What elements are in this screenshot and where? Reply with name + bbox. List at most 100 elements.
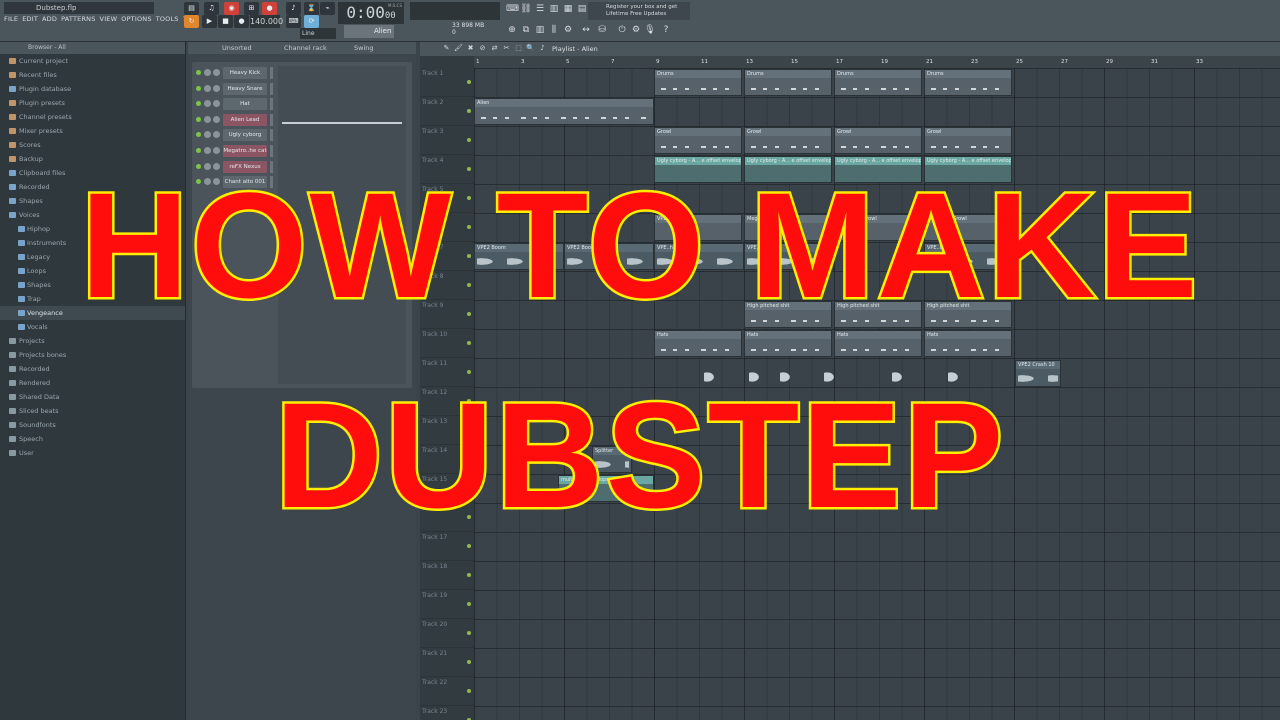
pan-knob[interactable] [213,100,220,108]
track-header[interactable]: Track 13 [420,416,474,445]
clip-audio[interactable]: VPE2 Boom [474,243,564,270]
channel-button[interactable]: reFX Nexus [223,160,267,173]
mixer-icon[interactable]: ▤ [184,2,199,15]
track-led[interactable] [467,457,471,461]
track-led[interactable] [467,602,471,606]
pan-knob[interactable] [213,84,220,92]
channel-mute-led[interactable] [196,163,201,169]
channel-select[interactable] [270,82,273,95]
clip-automation[interactable]: Ugly cyborg - A... e offset envelope [654,156,742,183]
swing-label[interactable]: Swing [354,42,374,54]
track-led[interactable] [467,631,471,635]
paint-tool-icon[interactable]: 🖌 [454,43,463,54]
browser-icon[interactable]: ▤ [576,3,588,15]
cpu-icon[interactable]: ⏻ [616,24,628,36]
browser-subitem[interactable]: Instruments [0,236,185,250]
clip-audio[interactable]: VPE2 Boom [564,243,654,270]
plugin-icon[interactable]: ⚙ [562,24,574,36]
channel-mute-led[interactable] [196,116,201,122]
piano-roll-preview[interactable] [278,66,406,384]
browser-item[interactable]: Plugin database [0,82,185,96]
track-led[interactable] [467,428,471,432]
pattern-icon[interactable]: ⧉ [520,24,532,36]
menu-tools[interactable]: TOOLS [156,14,179,24]
pan-knob[interactable] [213,162,220,170]
mute-tool-icon[interactable]: ⊘ [478,43,487,54]
browser-subitem[interactable]: Hiphop [0,222,185,236]
step-edit-icon[interactable]: ⊞ [244,2,259,15]
pat-song-icon[interactable]: ♫ [204,2,219,15]
crash-hit[interactable] [948,368,964,386]
pan-knob[interactable] [213,178,220,186]
clip-megatron[interactable]: Megatron Growl [834,214,922,241]
track-header[interactable]: Track 3 [420,126,474,155]
track-led[interactable] [467,486,471,490]
track-header[interactable]: Track 18 [420,561,474,590]
browser-subitem[interactable]: Loops [0,264,185,278]
track-header[interactable]: Track 17 [420,532,474,561]
browser-subitem[interactable]: Vengeance [0,306,185,320]
save-icon[interactable]: ⛁ [596,24,608,36]
clip-high-pitched[interactable]: High pitched shit [744,301,832,328]
channel-select[interactable] [270,160,273,173]
stop-button[interactable]: ■ [218,15,233,28]
track-led[interactable] [467,660,471,664]
track-led[interactable] [467,573,471,577]
menu-file[interactable]: FILE [4,14,18,24]
track-header[interactable]: Track 7 [420,242,474,271]
clip-alien[interactable]: Alien [474,98,654,125]
clip-automation[interactable]: Ugly cyborg - A... e offset envelope [744,156,832,183]
piano-roll-icon[interactable]: ▥ [548,3,560,15]
play-button[interactable]: ▶ [202,15,217,28]
channel-mute-led[interactable] [196,101,201,107]
draw-tool-icon[interactable]: ✎ [442,43,451,54]
news-panel[interactable]: Register your box and get Lifetime Free U… [588,2,690,20]
browser-item[interactable]: Projects [0,334,185,348]
track-led[interactable] [467,283,471,287]
volume-knob[interactable] [204,100,211,108]
clip-drums[interactable]: Drums [834,69,922,96]
channel-select[interactable] [270,145,273,157]
loop-record-icon[interactable]: ⟳ [304,15,319,28]
browser-item[interactable]: Backup [0,152,185,166]
browser-subitem[interactable]: Trap [0,292,185,306]
browser-item[interactable]: Soundfonts [0,418,185,432]
volume-knob[interactable] [204,178,211,186]
channel-select[interactable] [270,113,273,126]
playlist-icon[interactable]: ☰ [534,3,546,15]
browser-item[interactable]: Plugin presets [0,96,185,110]
channel-select[interactable] [270,176,273,189]
pan-knob[interactable] [213,147,220,154]
channel-button[interactable]: Hat [223,98,267,111]
pattern-selector[interactable]: Alien [344,25,394,38]
channel-mute-led[interactable] [196,148,201,153]
channel-mute-led[interactable] [196,132,201,138]
clip-drums[interactable]: Drums [744,69,832,96]
track-header[interactable]: Track 16 [420,503,474,532]
clip-audio[interactable]: VPE..h 15 [654,243,744,270]
clip-crash[interactable]: VPE2 Crash 10 [1015,360,1061,387]
link-icon[interactable]: ⛓ [520,3,532,15]
clip-high-pitched[interactable]: High pitched shit [924,301,1012,328]
browser-item[interactable]: User [0,446,185,460]
track-led[interactable] [467,109,471,113]
track-header[interactable]: Track 14 [420,445,474,474]
zoom-tool-icon[interactable]: 🔍 [526,43,535,54]
crash-hit[interactable] [824,368,840,386]
channel-select[interactable] [270,129,273,142]
track-header[interactable]: Track 11 [420,358,474,387]
browser-subitem[interactable]: Vocals [0,320,185,334]
channel-mute-led[interactable] [196,179,201,185]
track-led[interactable] [467,312,471,316]
menu-edit[interactable]: EDIT [22,14,38,24]
timeline-ruler[interactable]: 1 3 5 7 9 11 13 15 17 19 21 23 25 27 29 31 33 [474,56,1280,68]
track-led[interactable] [467,138,471,142]
crash-hit[interactable] [892,368,908,386]
clip-splitter[interactable]: Splitter [592,446,632,473]
channel-rack-icon[interactable]: ▦ [562,3,574,15]
channel-mute-led[interactable] [196,85,201,91]
channel-mute-led[interactable] [196,70,201,75]
clip-hats[interactable]: Hats [834,330,922,357]
settings-icon[interactable]: ⚙ [630,24,642,36]
pan-knob[interactable] [213,69,220,76]
